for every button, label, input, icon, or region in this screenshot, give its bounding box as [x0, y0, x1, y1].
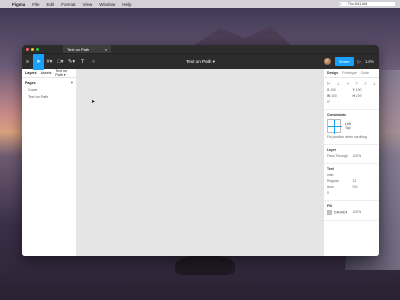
- width-field[interactable]: W 100: [327, 94, 351, 98]
- zoom-level[interactable]: 14%: [365, 59, 374, 64]
- file-tab-title: Text on Path: [67, 46, 90, 52]
- comment-tool-icon[interactable]: ○: [88, 54, 99, 70]
- text-section: Text Inter Regular 12 Auto 0% 0: [324, 164, 379, 201]
- paragraph-spacing-field[interactable]: 0: [327, 191, 351, 195]
- frame-tool-icon[interactable]: #▾: [44, 54, 55, 70]
- island-backdrop: [175, 255, 235, 275]
- shape-tool-icon[interactable]: □▾: [55, 54, 66, 70]
- right-panel: Design Prototype Code ⊢ ⊥ ⊣ ⊤ ≡ ⊥ X 100 …: [323, 69, 379, 256]
- constraint-widget[interactable]: [327, 119, 342, 134]
- y-field[interactable]: Y 100: [352, 88, 376, 92]
- tab-assets[interactable]: Assets: [41, 71, 52, 75]
- align-left-icon[interactable]: ⊢: [327, 81, 330, 86]
- left-panel: Layers Assets Text on Path ▾ Pages + Cov…: [22, 69, 77, 256]
- align-middle-icon[interactable]: ≡: [364, 81, 366, 86]
- fill-heading: Fill: [327, 204, 332, 208]
- tab-prototype[interactable]: Prototype: [342, 71, 357, 75]
- height-field[interactable]: H 100: [352, 94, 376, 98]
- line-height-field[interactable]: Auto: [327, 185, 351, 189]
- x-field[interactable]: X 100: [327, 88, 351, 92]
- tab-design[interactable]: Design: [327, 71, 338, 75]
- add-page-icon[interactable]: +: [71, 81, 73, 85]
- tab-code[interactable]: Code: [361, 71, 369, 75]
- blend-mode-select[interactable]: Pass Through: [327, 154, 351, 158]
- menubar-item-file[interactable]: File: [32, 2, 39, 7]
- rotation-field[interactable]: 0°: [327, 100, 351, 104]
- menubar-item-help[interactable]: Help: [122, 2, 131, 7]
- menu-icon[interactable]: ≡: [22, 54, 33, 70]
- font-weight-select[interactable]: Regular: [327, 179, 351, 183]
- constraints-heading: Constraints: [327, 113, 346, 117]
- avatar[interactable]: [323, 58, 331, 65]
- tab-layers[interactable]: Layers: [25, 71, 37, 75]
- fill-section: Fill C4C4C4 100%: [324, 201, 379, 221]
- close-tab-icon[interactable]: ×: [105, 47, 107, 52]
- align-right-icon[interactable]: ⊣: [346, 81, 349, 86]
- page-item-cover[interactable]: Cover: [22, 86, 76, 93]
- layer-section: Layer Pass Through 100%: [324, 145, 379, 164]
- font-size-field[interactable]: 12: [352, 179, 376, 183]
- menubar-item-window[interactable]: Window: [99, 2, 115, 7]
- pen-tool-icon[interactable]: ✎▾: [66, 54, 77, 70]
- align-top-icon[interactable]: ⊤: [355, 81, 358, 86]
- menubar-app-name[interactable]: Figma: [12, 2, 25, 7]
- align-bottom-icon[interactable]: ⊥: [373, 81, 376, 86]
- text-heading: Text: [327, 167, 334, 171]
- menubar-item-edit[interactable]: Edit: [47, 2, 55, 7]
- text-tool-icon[interactable]: T: [77, 54, 88, 70]
- menubar-item-view[interactable]: View: [83, 2, 93, 7]
- layer-opacity-field[interactable]: 100%: [352, 154, 376, 158]
- pages-heading: Pages: [25, 81, 36, 85]
- move-tool-icon[interactable]: ➤: [33, 53, 44, 70]
- align-center-icon[interactable]: ⊥: [336, 81, 339, 86]
- title-bar: Text on Path ×: [22, 45, 379, 53]
- fix-scroll-checkbox[interactable]: Fix position when scrolling: [327, 135, 376, 139]
- font-family-select[interactable]: Inter: [327, 173, 351, 177]
- pointer-cursor-icon: ➤: [91, 99, 96, 105]
- menubar-item-format[interactable]: Format: [61, 2, 75, 7]
- page-selector[interactable]: Text on Path ▾: [55, 69, 73, 77]
- share-button[interactable]: Share: [334, 57, 354, 66]
- mac-menubar: Figma File Edit Format View Window Help …: [0, 0, 400, 8]
- figma-window: Text on Path × ≡ ➤ #▾ □▾ ✎▾ T ○ Text on …: [22, 45, 379, 256]
- canvas[interactable]: ➤: [77, 69, 323, 256]
- present-icon[interactable]: ▷: [358, 59, 361, 65]
- file-tab[interactable]: Text on Path ×: [63, 45, 111, 53]
- fill-color-field[interactable]: C4C4C4: [327, 210, 351, 215]
- toolbar: ≡ ➤ #▾ □▾ ✎▾ T ○ Text on Path ▾ Share ▷ …: [22, 53, 379, 70]
- minimize-window-button[interactable]: [31, 47, 34, 51]
- zoom-window-button[interactable]: [36, 47, 39, 51]
- constraints-section: Constraints Left Top Fix position when s…: [324, 110, 379, 145]
- transform-section: ⊢ ⊥ ⊣ ⊤ ≡ ⊥ X 100 Y 100 W 100 H 100 0°: [324, 78, 379, 110]
- menubar-clock: Thu 8:41 AM: [347, 2, 368, 6]
- fill-swatch[interactable]: [327, 210, 332, 215]
- layer-heading: Layer: [327, 148, 337, 152]
- close-window-button[interactable]: [26, 47, 29, 51]
- page-item-text-on-path[interactable]: Text on Path: [22, 93, 76, 100]
- letter-spacing-field[interactable]: 0%: [352, 185, 376, 189]
- vertical-constraint-select[interactable]: Top: [345, 126, 351, 130]
- align-tools: ⊢ ⊥ ⊣ ⊤ ≡ ⊥: [327, 81, 376, 86]
- search-icon[interactable]: ⌕: [340, 2, 342, 6]
- fill-opacity-field[interactable]: 100%: [352, 210, 376, 215]
